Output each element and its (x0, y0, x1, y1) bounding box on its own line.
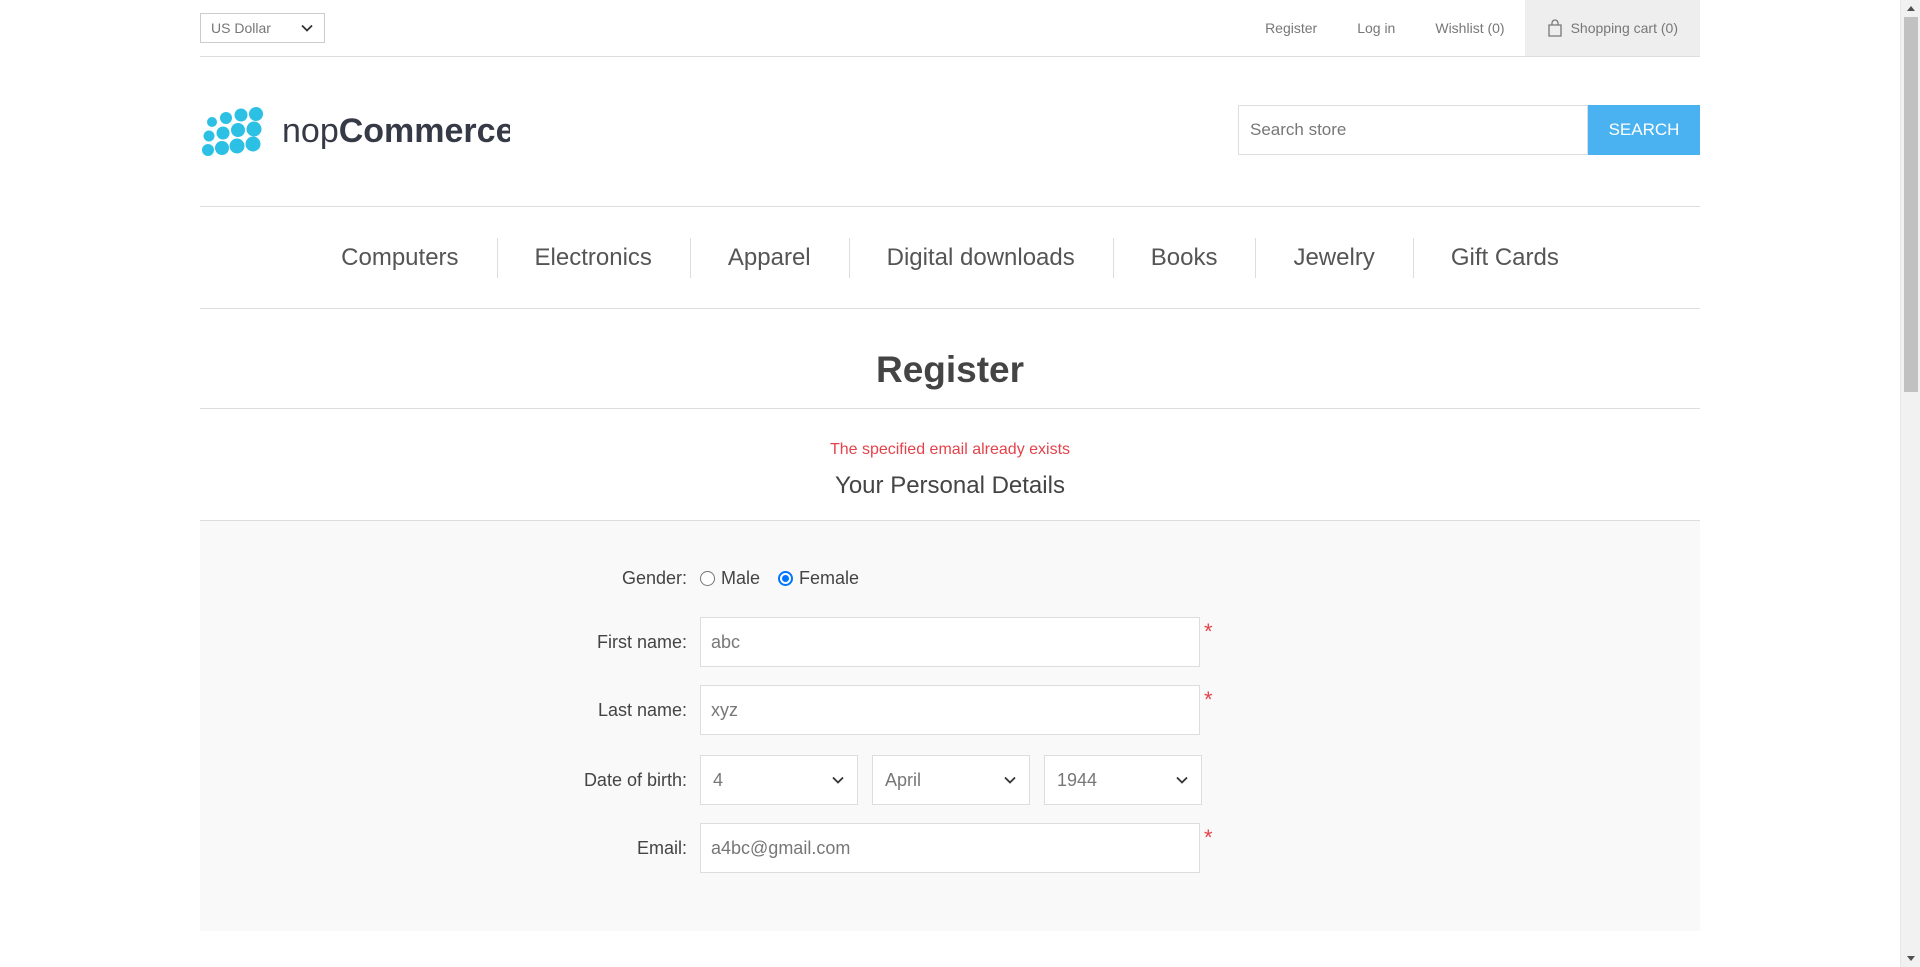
date-of-birth-label: Date of birth: (583, 770, 687, 790)
page-title: Register (875, 349, 1025, 390)
date-of-birth-selects: 4 April 1944 (700, 755, 1202, 805)
last-name-value: xyz (711, 699, 738, 720)
menu-item-books[interactable]: Books (1112, 232, 1256, 284)
scroll-up-icon[interactable] (1901, 0, 1920, 17)
menu-item-apparel[interactable]: Apparel (689, 232, 849, 284)
gender-female-label[interactable]: Female (799, 568, 859, 589)
chevron-down-icon (832, 776, 844, 784)
page-title-wrap: Register (200, 309, 1700, 409)
wishlist-link[interactable]: Wishlist (0) (1415, 0, 1524, 56)
first-name-row: First name: abc * (200, 617, 1700, 667)
scrollbar-thumb[interactable] (1904, 17, 1918, 392)
svg-text:nopCommerce: nopCommerce (282, 112, 510, 150)
dob-year-select[interactable]: 1944 (1044, 755, 1202, 805)
store-logo[interactable]: nopCommerce (200, 102, 510, 162)
header-links: Register Log in Wishlist (0) Shopping ca… (1245, 0, 1700, 56)
email-label: Email: (636, 838, 687, 858)
search-input[interactable]: Search store (1238, 105, 1588, 155)
gender-radio-group: Male Female (700, 553, 877, 603)
menu-item-digital-downloads[interactable]: Digital downloads (848, 232, 1113, 284)
date-of-birth-row: Date of birth: 4 April 1944 (200, 755, 1700, 805)
section-title: Your Personal Details (835, 472, 1065, 499)
gender-male-label[interactable]: Male (721, 568, 760, 589)
validation-error: The specified email already exists (829, 441, 1071, 458)
dob-year-value: 1944 (1057, 769, 1098, 790)
login-link[interactable]: Log in (1337, 0, 1415, 56)
shopping-bag-icon (1547, 19, 1562, 37)
personal-details-form: Gender: Male Female First name: abc * La… (200, 521, 1700, 931)
email-field[interactable]: a4bc@gmail.com (700, 823, 1200, 873)
shopping-cart-label: Shopping cart (0) (1570, 20, 1678, 36)
last-name-field[interactable]: xyz (700, 685, 1200, 735)
menu-item-jewelry[interactable]: Jewelry (1255, 232, 1412, 284)
header-lower: nopCommerce Search store SEARCH (200, 57, 1700, 207)
header-upper: US Dollar Register Log in Wishlist (0) S… (200, 0, 1700, 57)
nopcommerce-logo: nopCommerce (202, 107, 510, 156)
scroll-down-icon[interactable] (1901, 950, 1920, 967)
first-name-value: abc (711, 631, 741, 652)
dob-day-select[interactable]: 4 (700, 755, 858, 805)
gender-row: Gender: Male Female (200, 553, 1700, 603)
dob-month-value: April (885, 769, 922, 790)
gender-male-radio[interactable] (700, 570, 715, 586)
last-name-row: Last name: xyz * (200, 685, 1700, 735)
last-name-label: Last name: (597, 700, 687, 720)
register-link[interactable]: Register (1245, 0, 1337, 56)
section-title-wrap: Your Personal Details (200, 468, 1700, 521)
search-box: Search store SEARCH (1238, 105, 1700, 155)
currency-value: US Dollar (211, 20, 271, 36)
gender-label: Gender: (621, 568, 687, 588)
search-placeholder: Search store (1250, 120, 1347, 139)
currency-select[interactable]: US Dollar (200, 13, 325, 43)
email-row: Email: a4bc@gmail.com * (200, 823, 1700, 873)
menu-item-gift-cards[interactable]: Gift Cards (1412, 232, 1597, 284)
gender-female-radio[interactable] (778, 570, 794, 586)
required-mark: * (1204, 687, 1213, 712)
top-menu: Computers Electronics Apparel Digital do… (200, 207, 1700, 309)
logo-text-nop: nop (282, 112, 339, 150)
chevron-down-icon (301, 24, 313, 32)
required-mark: * (1204, 825, 1213, 850)
shopping-cart-link[interactable]: Shopping cart (0) (1524, 0, 1700, 56)
page: US Dollar Register Log in Wishlist (0) S… (0, 0, 1900, 967)
dob-month-select[interactable]: April (872, 755, 1030, 805)
chevron-down-icon (1176, 776, 1188, 784)
search-button[interactable]: SEARCH (1588, 105, 1700, 155)
dob-day-value: 4 (713, 769, 724, 790)
first-name-label: First name: (596, 632, 687, 652)
menu-item-electronics[interactable]: Electronics (496, 232, 690, 284)
menu-item-computers[interactable]: Computers (303, 232, 496, 284)
chevron-down-icon (1004, 776, 1016, 784)
email-value: a4bc@gmail.com (711, 837, 851, 858)
logo-text-commerce: Commerce (339, 112, 510, 150)
required-mark: * (1204, 619, 1213, 644)
vertical-scrollbar[interactable] (1900, 0, 1920, 967)
first-name-field[interactable]: abc (700, 617, 1200, 667)
